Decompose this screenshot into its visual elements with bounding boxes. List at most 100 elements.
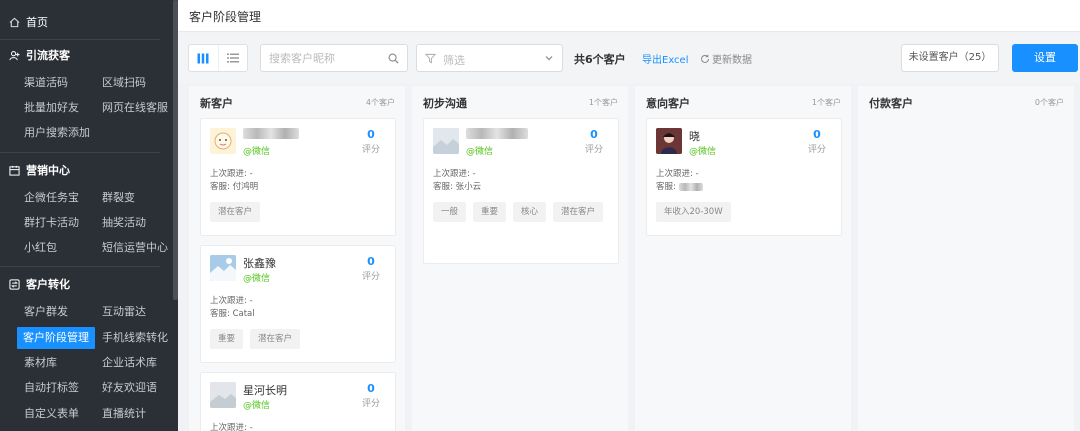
customer-source: @微信 xyxy=(466,147,494,157)
customer-card[interactable]: 晓 @微信 0 评分 上次跟进: - 客服: 年收入20-30W xyxy=(646,118,842,236)
sidebar-item-home[interactable]: 首页 xyxy=(0,9,173,35)
score-value: 0 xyxy=(367,128,375,141)
stage-column-initial-contact: 初步沟通 1个客户 @微信 0 评分 上次跟进: - 客服: 张小云 一般 重要… xyxy=(412,86,628,431)
sidebar-item-interaction-radar[interactable]: 互动雷达 xyxy=(102,301,146,323)
calendar-icon xyxy=(8,164,20,176)
customer-card[interactable]: 星河长明 @微信 0 评分 上次跟进: - xyxy=(200,372,396,431)
customer-source: @微信 xyxy=(243,401,271,411)
blurred-name xyxy=(466,128,528,139)
settings-button[interactable]: 设置 xyxy=(1012,44,1078,72)
column-count: 1个客户 xyxy=(811,98,841,107)
sidebar-divider xyxy=(0,39,160,40)
sidebar-divider xyxy=(0,152,160,153)
customer-card[interactable]: 张鑫豫 @微信 0 评分 上次跟进: - 客服: Catal 重要 潜在客户 xyxy=(200,245,396,363)
tag-list: 潜在客户 xyxy=(210,202,389,222)
stage-column-paid: 付款客户 0个客户 xyxy=(858,86,1074,431)
toolbar: 筛选 共6个客户 导出Excel 更新数据 未设置客户（25） 设置 xyxy=(178,33,1080,83)
last-follow-up: 上次跟进: - xyxy=(210,423,253,431)
sidebar-item-channel-code[interactable]: 渠道活码 xyxy=(24,72,68,94)
column-title: 新客户 xyxy=(200,97,233,110)
sidebar-item-customer-broadcast[interactable]: 客户群发 xyxy=(24,301,68,323)
customer-score: 0 评分 xyxy=(356,128,386,155)
customer-card[interactable]: @微信 0 评分 上次跟进: - 客服: 付鸿明 潜在客户 xyxy=(200,118,396,236)
sidebar-item-auto-tag[interactable]: 自动打标签 xyxy=(24,377,79,399)
board-view-button[interactable] xyxy=(189,45,219,71)
score-label: 评分 xyxy=(361,399,380,409)
customer-score: 0 评分 xyxy=(356,255,386,282)
stage-column-new: 新客户 4个客户 @微信 0 评分 上次跟进: - 客服: 付鸿明 潜在客户 张… xyxy=(189,86,405,431)
customer-score: 0 评分 xyxy=(579,128,609,155)
home-icon xyxy=(8,16,20,28)
transfer-icon xyxy=(8,278,20,290)
score-value: 0 xyxy=(590,128,598,141)
sidebar-item-group-fission[interactable]: 群裂变 xyxy=(102,187,135,209)
stage-column-intent: 意向客户 1个客户 晓 @微信 0 评分 上次跟进: - 客服: 年收入20-3… xyxy=(635,86,851,431)
sidebar-section-leads[interactable]: 引流获客 xyxy=(0,42,173,68)
service-agent: 客服: xyxy=(656,182,676,192)
service-agent: 客服: Catal xyxy=(210,309,255,319)
sidebar-item-phone-lead[interactable]: 手机线索转化 xyxy=(102,327,168,349)
sidebar-item-live-stats[interactable]: 直播统计 xyxy=(102,403,146,425)
column-header: 付款客户 0个客户 xyxy=(858,86,1074,116)
column-header: 新客户 4个客户 xyxy=(189,86,405,116)
avatar xyxy=(210,382,236,408)
customer-source: @微信 xyxy=(689,147,717,157)
blurred-agent xyxy=(678,182,703,191)
sidebar-item-task-treasure[interactable]: 企微任务宝 xyxy=(24,187,79,209)
column-title: 初步沟通 xyxy=(423,97,467,110)
sidebar-item-script-library[interactable]: 企业话术库 xyxy=(102,352,157,374)
service-agent: 客服: 付鸿明 xyxy=(210,182,259,192)
columns-icon xyxy=(197,53,209,63)
sidebar: 首页 引流获客 渠道活码 区域扫码 批量加好友 网页在线客服 用户搜索添加 营销… xyxy=(0,0,178,431)
sidebar-item-red-packet[interactable]: 小红包 xyxy=(24,237,57,259)
avatar xyxy=(433,128,459,154)
sidebar-section-label: 引流获客 xyxy=(26,49,70,62)
score-value: 0 xyxy=(367,382,375,395)
sidebar-item-welcome-message[interactable]: 好友欢迎语 xyxy=(102,377,157,399)
sidebar-section-marketing[interactable]: 营销中心 xyxy=(0,157,173,183)
sidebar-item-user-search[interactable]: 用户搜索添加 xyxy=(24,122,90,144)
filter-icon xyxy=(425,53,436,64)
column-count: 1个客户 xyxy=(588,98,618,107)
customer-tag: 一般 xyxy=(433,202,467,222)
last-follow-up: 上次跟进: - xyxy=(433,169,476,179)
customer-card[interactable]: @微信 0 评分 上次跟进: - 客服: 张小云 一般 重要 核心 潜在客户 xyxy=(423,118,619,264)
sidebar-item-custom-form[interactable]: 自定义表单 xyxy=(24,403,79,425)
customer-score: 0 评分 xyxy=(802,128,832,155)
main-content: 客户阶段管理 筛选 共6个客户 导出Excel 更新数据 未设置客户（25） 设 xyxy=(178,0,1080,431)
sidebar-section-conversion[interactable]: 客户转化 xyxy=(0,271,173,297)
customer-name: 张鑫豫 xyxy=(243,257,276,270)
sidebar-item-batch-add[interactable]: 批量加好友 xyxy=(24,97,79,119)
refresh-label: 更新数据 xyxy=(712,55,752,66)
sidebar-item-online-service[interactable]: 网页在线客服 xyxy=(102,97,168,119)
customer-name: 晓 xyxy=(689,130,700,143)
page-header: 客户阶段管理 xyxy=(178,0,1080,32)
tag-list: 重要 潜在客户 xyxy=(210,329,389,349)
score-value: 0 xyxy=(813,128,821,141)
sidebar-item-region-scan[interactable]: 区域扫码 xyxy=(102,72,146,94)
customer-tag: 年收入20-30W xyxy=(656,202,731,222)
search-input[interactable] xyxy=(261,45,379,71)
refresh-data-link[interactable]: 更新数据 xyxy=(700,51,752,66)
sidebar-item-lottery[interactable]: 抽奖活动 xyxy=(102,212,146,234)
sidebar-item-group-checkin[interactable]: 群打卡活动 xyxy=(24,212,79,234)
customer-tag: 核心 xyxy=(513,202,547,222)
sidebar-item-material-library[interactable]: 素材库 xyxy=(24,352,57,374)
filter-select[interactable]: 筛选 xyxy=(416,44,563,72)
list-view-button[interactable] xyxy=(219,45,248,71)
customer-name xyxy=(466,128,528,142)
tag-list: 一般 重要 核心 潜在客户 xyxy=(433,202,612,222)
sidebar-item-stage-management[interactable]: 客户阶段管理 xyxy=(17,327,95,349)
service-agent-row: 客服: xyxy=(656,180,703,192)
service-agent: 客服: 张小云 xyxy=(433,182,482,192)
export-excel-link[interactable]: 导出Excel xyxy=(642,51,689,66)
search-icon[interactable] xyxy=(388,53,399,64)
customer-tag: 重要 xyxy=(210,329,244,349)
chevron-down-icon xyxy=(545,56,553,61)
avatar xyxy=(656,128,682,154)
unset-customers-button[interactable]: 未设置客户（25） xyxy=(901,44,999,72)
customer-tag: 潜在客户 xyxy=(553,202,604,222)
column-title: 意向客户 xyxy=(646,97,690,110)
score-value: 0 xyxy=(367,255,375,268)
sidebar-item-sms-center[interactable]: 短信运营中心 xyxy=(102,237,168,259)
